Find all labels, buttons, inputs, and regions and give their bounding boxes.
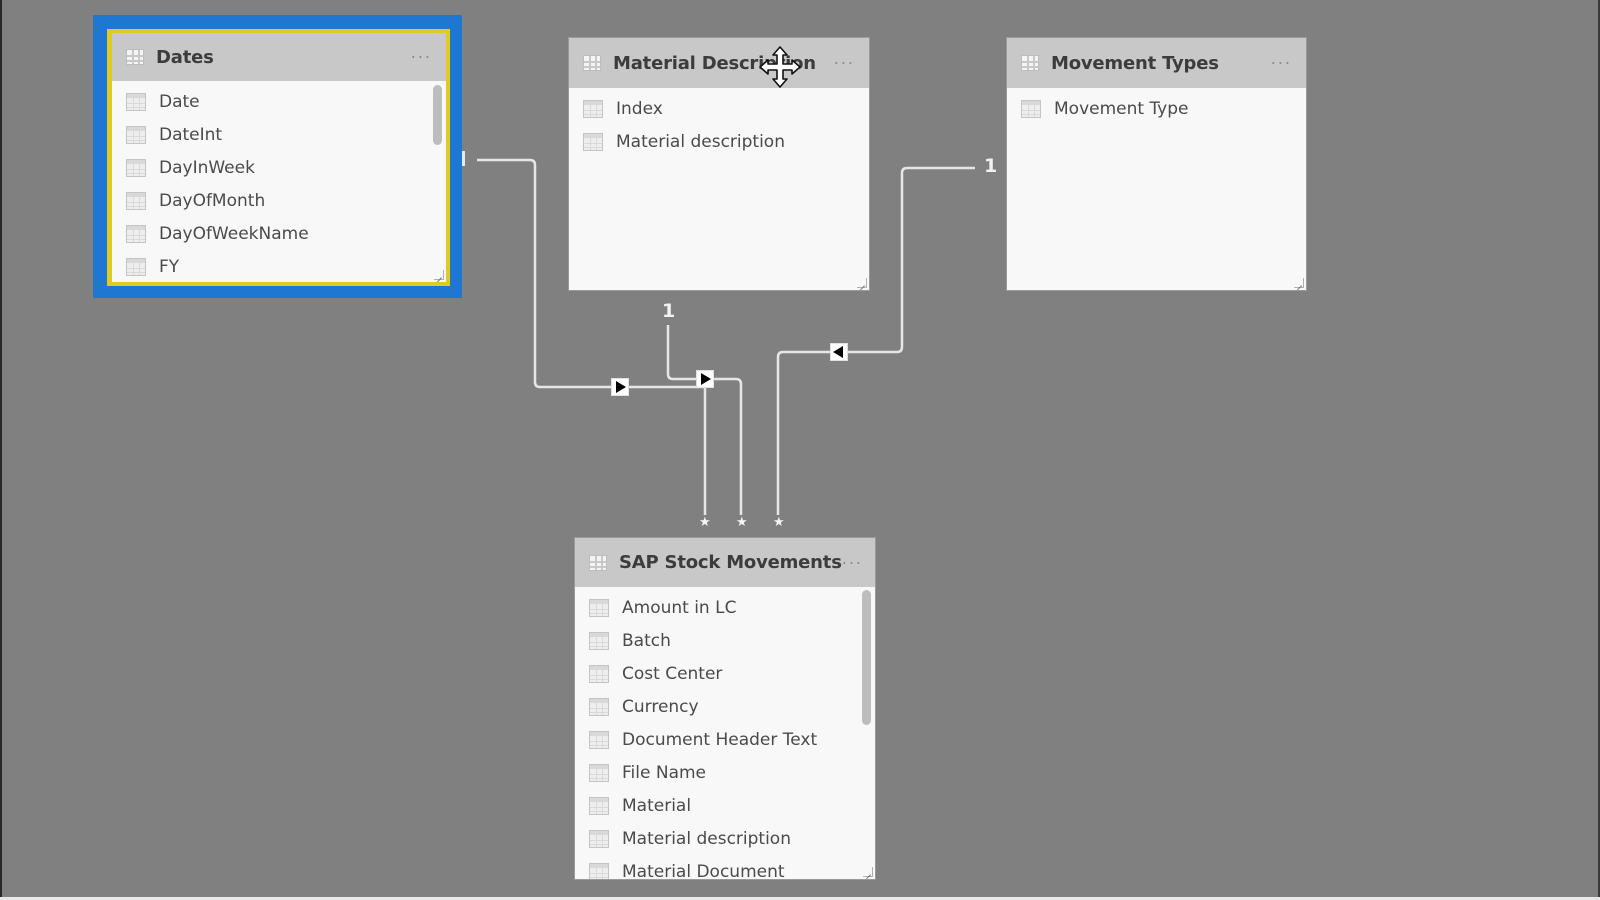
- field-item[interactable]: File Name: [575, 756, 875, 789]
- cardinality-one-movement-types: 1: [984, 155, 998, 177]
- column-icon: [589, 862, 609, 879]
- table-title: SAP Stock Movements: [619, 552, 842, 573]
- table-header-sap-stock-movements[interactable]: SAP Stock Movements ···: [575, 538, 875, 587]
- column-icon: [583, 132, 603, 151]
- field-item[interactable]: Amount in LC: [575, 591, 875, 624]
- table-icon: [583, 55, 601, 71]
- cardinality-many-movement-types: ★: [773, 515, 785, 530]
- table-card-sap-stock-movements[interactable]: SAP Stock Movements ··· Amount in LC Bat…: [574, 537, 876, 880]
- cardinality-many-dates: ★: [699, 515, 711, 530]
- resize-handle[interactable]: [863, 867, 873, 877]
- column-icon: [126, 92, 146, 111]
- table-title: Movement Types: [1051, 52, 1219, 74]
- resize-handle[interactable]: [434, 270, 444, 280]
- column-icon: [589, 598, 609, 617]
- field-item[interactable]: Material: [575, 789, 875, 822]
- more-options-button[interactable]: ···: [1271, 54, 1292, 73]
- filter-direction-material-description[interactable]: [696, 370, 714, 388]
- column-icon: [589, 763, 609, 782]
- column-icon: [589, 796, 609, 815]
- field-item[interactable]: Movement Type: [1007, 92, 1306, 125]
- filter-direction-movement-types[interactable]: [830, 343, 848, 361]
- field-item[interactable]: DayOfWeekName: [112, 217, 446, 250]
- column-icon: [1021, 99, 1041, 118]
- column-icon: [126, 191, 146, 210]
- column-icon: [126, 125, 146, 144]
- table-header-movement-types[interactable]: Movement Types ···: [1007, 38, 1306, 88]
- resize-handle[interactable]: [1294, 278, 1304, 288]
- column-icon: [126, 158, 146, 177]
- field-item[interactable]: Currency: [575, 690, 875, 723]
- more-options-button[interactable]: ···: [842, 553, 863, 572]
- right-arrow-icon: [616, 381, 626, 393]
- table-icon: [1021, 55, 1039, 71]
- field-item[interactable]: DayInWeek: [112, 151, 446, 184]
- field-list: Date DateInt DayInWeek DayOfMonth DayOfW…: [112, 81, 446, 282]
- column-icon: [126, 224, 146, 243]
- field-list: Movement Type: [1007, 88, 1306, 125]
- table-icon: [589, 554, 607, 571]
- more-options-button[interactable]: ···: [411, 48, 432, 67]
- field-item[interactable]: Material description: [569, 125, 869, 158]
- field-item[interactable]: FY: [112, 250, 446, 282]
- scrollbar[interactable]: [433, 85, 442, 145]
- table-card-dates[interactable]: Dates ··· Date DateInt DayInWeek DayOfMo…: [112, 33, 446, 282]
- field-item[interactable]: Material description: [575, 822, 875, 855]
- column-icon: [589, 664, 609, 683]
- left-arrow-icon: [833, 346, 843, 358]
- field-item[interactable]: Material Document: [575, 855, 875, 879]
- column-icon: [583, 99, 603, 118]
- right-arrow-icon: [701, 373, 711, 385]
- field-item[interactable]: Document Header Text: [575, 723, 875, 756]
- table-header-dates[interactable]: Dates ···: [112, 33, 446, 81]
- cardinality-many-material-description: ★: [736, 515, 748, 530]
- table-title: Material Description: [613, 52, 816, 74]
- field-list: Index Material description: [569, 88, 869, 158]
- more-options-button[interactable]: ···: [834, 54, 855, 73]
- filter-direction-dates[interactable]: [611, 378, 629, 396]
- model-view-canvas[interactable]: Dates ··· Date DateInt DayInWeek DayOfMo…: [0, 0, 1600, 900]
- field-item[interactable]: Index: [569, 92, 869, 125]
- field-item[interactable]: DateInt: [112, 118, 446, 151]
- column-icon: [589, 829, 609, 848]
- cardinality-one-material-description: 1: [662, 300, 676, 322]
- field-item[interactable]: DayOfMonth: [112, 184, 446, 217]
- scrollbar[interactable]: [862, 590, 871, 725]
- table-card-material-description[interactable]: Material Description ··· Index Material …: [568, 37, 870, 291]
- column-icon: [126, 257, 146, 276]
- column-icon: [589, 697, 609, 716]
- field-item[interactable]: Date: [112, 85, 446, 118]
- column-icon: [589, 631, 609, 650]
- table-title: Dates: [156, 46, 214, 68]
- field-item[interactable]: Batch: [575, 624, 875, 657]
- column-icon: [589, 730, 609, 749]
- table-header-material-description[interactable]: Material Description ···: [569, 38, 869, 88]
- dates-connection-stub: [462, 151, 465, 166]
- field-list: Amount in LC Batch Cost Center Currency …: [575, 587, 875, 879]
- resize-handle[interactable]: [857, 278, 867, 288]
- table-card-movement-types[interactable]: Movement Types ··· Movement Type: [1006, 37, 1307, 291]
- field-item[interactable]: Cost Center: [575, 657, 875, 690]
- table-icon: [126, 49, 144, 65]
